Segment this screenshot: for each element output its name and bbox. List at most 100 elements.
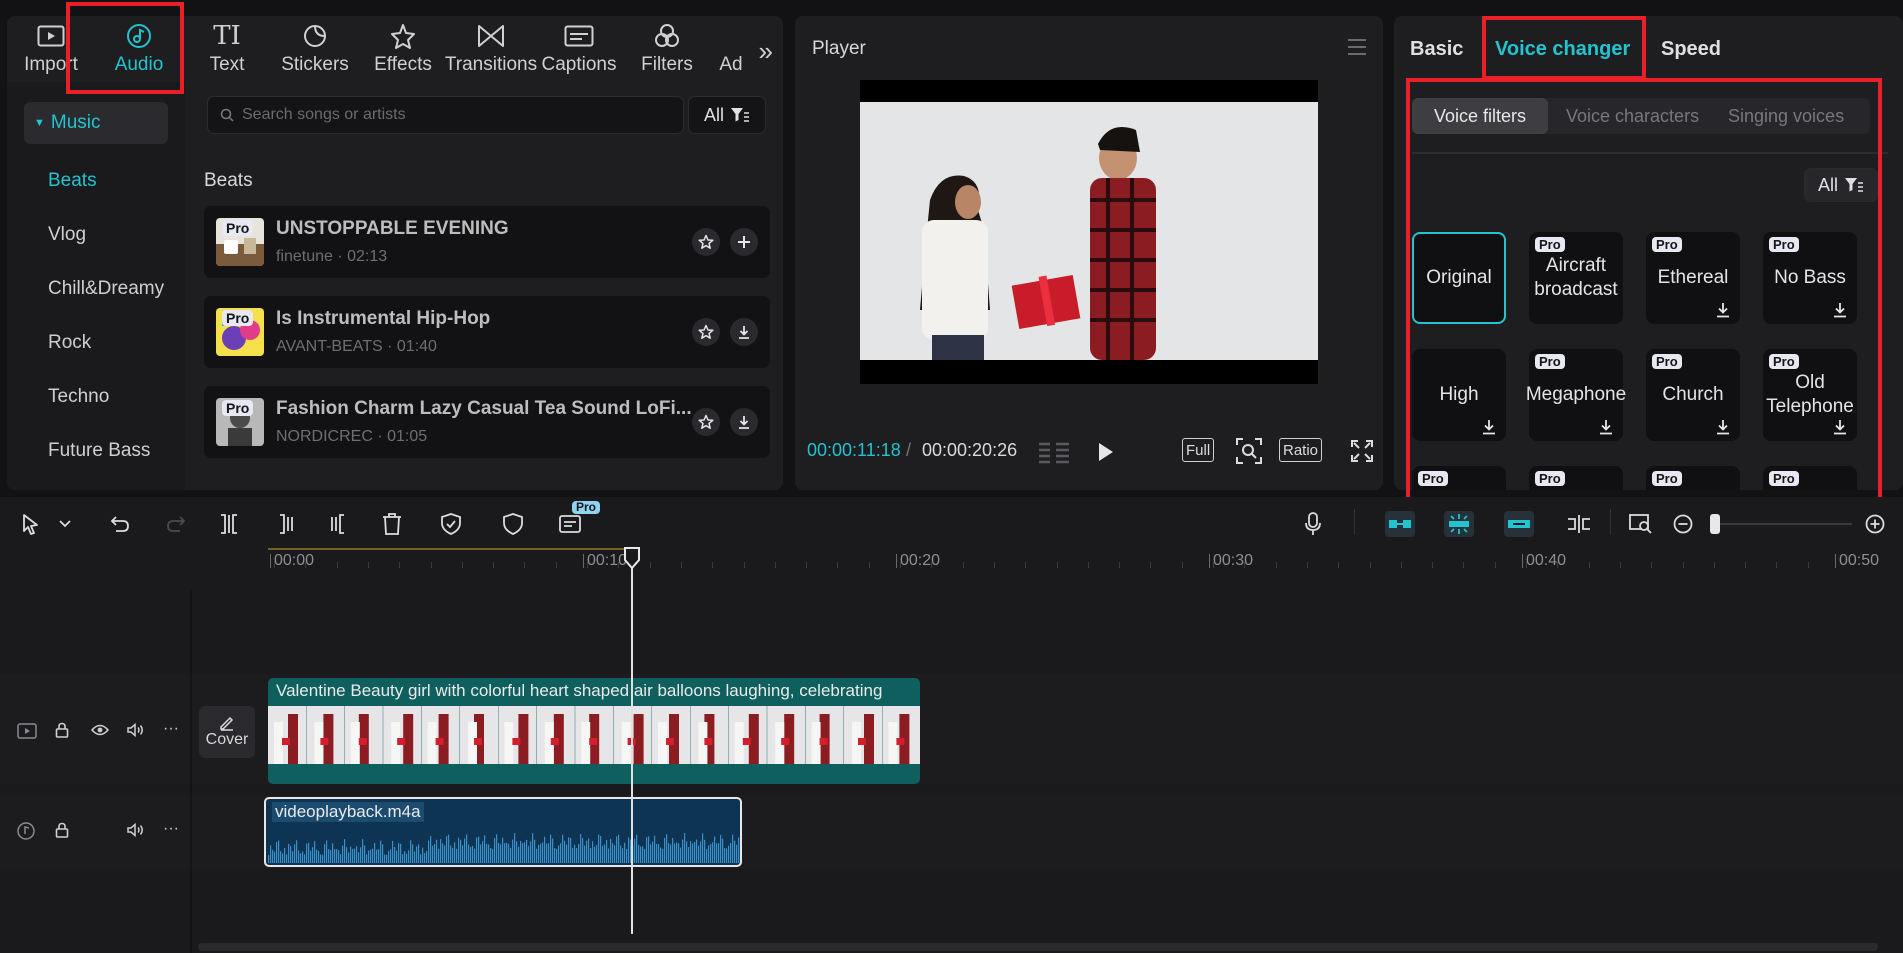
- zoom-slider-track[interactable]: [1712, 523, 1852, 525]
- favorite-star-icon[interactable]: [692, 228, 720, 256]
- subtab-voice-filters[interactable]: Voice filters: [1412, 98, 1549, 134]
- play-icon[interactable]: [1097, 442, 1115, 462]
- download-icon[interactable]: [1716, 302, 1730, 318]
- add-plus-icon[interactable]: [730, 228, 758, 256]
- trim-left-icon[interactable]: [272, 511, 298, 537]
- voice-filter-card[interactable]: Pro: [1763, 466, 1857, 490]
- linkage-icon[interactable]: [1504, 511, 1534, 537]
- auto-snap-icon[interactable]: [1444, 511, 1474, 537]
- playhead[interactable]: [631, 548, 633, 934]
- main-track-magnet-icon[interactable]: [1385, 511, 1415, 537]
- favorite-star-icon[interactable]: [692, 408, 720, 436]
- lock-icon[interactable]: [55, 722, 69, 738]
- pro-badge: Pro: [1769, 471, 1799, 486]
- tab-effects[interactable]: Effects: [359, 16, 447, 82]
- filmstrip-frame: [268, 706, 306, 764]
- voice-filter-card[interactable]: Pro Church: [1646, 349, 1740, 441]
- tab-audio[interactable]: Audio: [95, 16, 183, 82]
- cover-button[interactable]: Cover: [199, 706, 255, 758]
- ruler-tick: [868, 562, 870, 568]
- timeline-scrollbar[interactable]: [198, 943, 1878, 951]
- fullscreen-icon[interactable]: [1351, 440, 1373, 462]
- voice-filter-card[interactable]: Pro: [1529, 466, 1623, 490]
- chevron-double-right-icon[interactable]: »: [759, 36, 773, 67]
- subtab-singing-voices[interactable]: Singing voices: [1728, 98, 1844, 134]
- voice-filter-card[interactable]: Original: [1412, 232, 1506, 324]
- tab-filters[interactable]: Filters: [623, 16, 711, 82]
- voice-filter-card[interactable]: Pro Megaphone: [1526, 349, 1626, 441]
- undo-icon[interactable]: [107, 511, 133, 537]
- track-item[interactable]: Pro Is Instrumental Hip-Hop AVANT-BEATS …: [204, 296, 770, 368]
- track-item[interactable]: Pro UNSTOPPABLE EVENING finetune · 02:13: [204, 206, 770, 278]
- sidebar-item-rock[interactable]: Rock: [48, 332, 91, 354]
- shield-check-icon[interactable]: [438, 511, 464, 537]
- download-icon[interactable]: [1599, 419, 1613, 435]
- tab-voice-changer[interactable]: Voice changer: [1495, 38, 1630, 61]
- waveform-bar: [672, 837, 674, 863]
- voice-filter-card[interactable]: Pro Old Telephone: [1763, 349, 1857, 441]
- download-icon[interactable]: [1716, 419, 1730, 435]
- tab-import[interactable]: Import: [7, 16, 95, 82]
- tab-text[interactable]: TI Text: [183, 16, 271, 82]
- microphone-icon[interactable]: [1300, 511, 1326, 537]
- eye-icon[interactable]: [91, 724, 109, 736]
- tab-transitions[interactable]: Transitions: [445, 16, 537, 82]
- select-cursor-icon[interactable]: [18, 511, 44, 537]
- subtab-voice-characters[interactable]: Voice characters: [1566, 98, 1699, 134]
- preview-axis-icon[interactable]: [1566, 511, 1592, 537]
- delete-icon[interactable]: [379, 511, 405, 537]
- tab-adjust[interactable]: Ad: [711, 16, 751, 82]
- tab-stickers[interactable]: Stickers: [271, 16, 359, 82]
- volume-icon[interactable]: [127, 823, 145, 837]
- sidebar-item-chill-dreamy[interactable]: Chill&Dreamy: [48, 278, 164, 300]
- download-icon[interactable]: [730, 408, 758, 436]
- sidebar-item-future-bass[interactable]: Future Bass: [48, 440, 150, 462]
- sidebar-item-vlog[interactable]: Vlog: [48, 224, 86, 246]
- playhead-handle[interactable]: [623, 546, 641, 570]
- zoom-to-fit-icon[interactable]: [1628, 511, 1654, 537]
- sidebar-header-music[interactable]: ▼ Music: [24, 102, 168, 144]
- zoom-in-icon[interactable]: [1862, 511, 1888, 537]
- voice-filter-button[interactable]: All: [1804, 168, 1878, 202]
- tab-basic[interactable]: Basic: [1410, 38, 1463, 61]
- shield-icon[interactable]: [500, 511, 526, 537]
- voice-filter-card[interactable]: High: [1412, 349, 1506, 441]
- tab-captions[interactable]: Captions: [535, 16, 623, 82]
- download-icon[interactable]: [1482, 419, 1496, 435]
- lock-icon[interactable]: [55, 822, 69, 838]
- zoom-slider-handle[interactable]: [1710, 514, 1720, 534]
- menu-icon[interactable]: [1347, 38, 1367, 56]
- split-icon[interactable]: [216, 511, 242, 537]
- voice-filter-card[interactable]: ProCountry: [1412, 466, 1506, 490]
- voice-filter-card[interactable]: Pro No Bass: [1763, 232, 1857, 324]
- zoom-fit-icon[interactable]: [1236, 438, 1262, 464]
- grid-icon[interactable]: [1038, 442, 1070, 464]
- more-options-icon[interactable]: ···: [163, 720, 179, 738]
- sidebar-item-techno[interactable]: Techno: [48, 386, 109, 408]
- chevron-down-icon[interactable]: [52, 511, 78, 537]
- ruler-tick: [336, 562, 338, 568]
- auto-captions-icon[interactable]: [558, 511, 584, 537]
- audio-clip[interactable]: videoplayback.m4a: [264, 797, 742, 867]
- video-preview[interactable]: [860, 80, 1318, 384]
- trim-right-icon[interactable]: [326, 511, 352, 537]
- volume-icon[interactable]: [127, 723, 145, 737]
- track-item[interactable]: Pro Fashion Charm Lazy Casual Tea Sound …: [204, 386, 770, 458]
- ratio-button[interactable]: Ratio: [1279, 438, 1323, 462]
- voice-filter-card[interactable]: Pro Aircraft broadcast: [1529, 232, 1623, 324]
- more-options-icon[interactable]: ···: [163, 820, 179, 838]
- download-icon[interactable]: [1833, 302, 1847, 318]
- voice-filter-card[interactable]: Pro Ethereal: [1646, 232, 1740, 324]
- zoom-out-icon[interactable]: [1670, 511, 1696, 537]
- video-clip[interactable]: Valentine Beauty girl with colorful hear…: [268, 678, 920, 784]
- tab-speed[interactable]: Speed: [1661, 38, 1721, 61]
- ruler-tick: [1619, 562, 1621, 568]
- music-filter-button[interactable]: All: [688, 96, 766, 134]
- download-icon[interactable]: [730, 318, 758, 346]
- voice-filter-card[interactable]: Pro: [1646, 466, 1740, 490]
- full-button[interactable]: Full: [1182, 438, 1215, 462]
- sidebar-item-beats[interactable]: Beats: [48, 170, 97, 192]
- favorite-star-icon[interactable]: [692, 318, 720, 346]
- search-input[interactable]: [242, 106, 662, 124]
- download-icon[interactable]: [1833, 419, 1847, 435]
